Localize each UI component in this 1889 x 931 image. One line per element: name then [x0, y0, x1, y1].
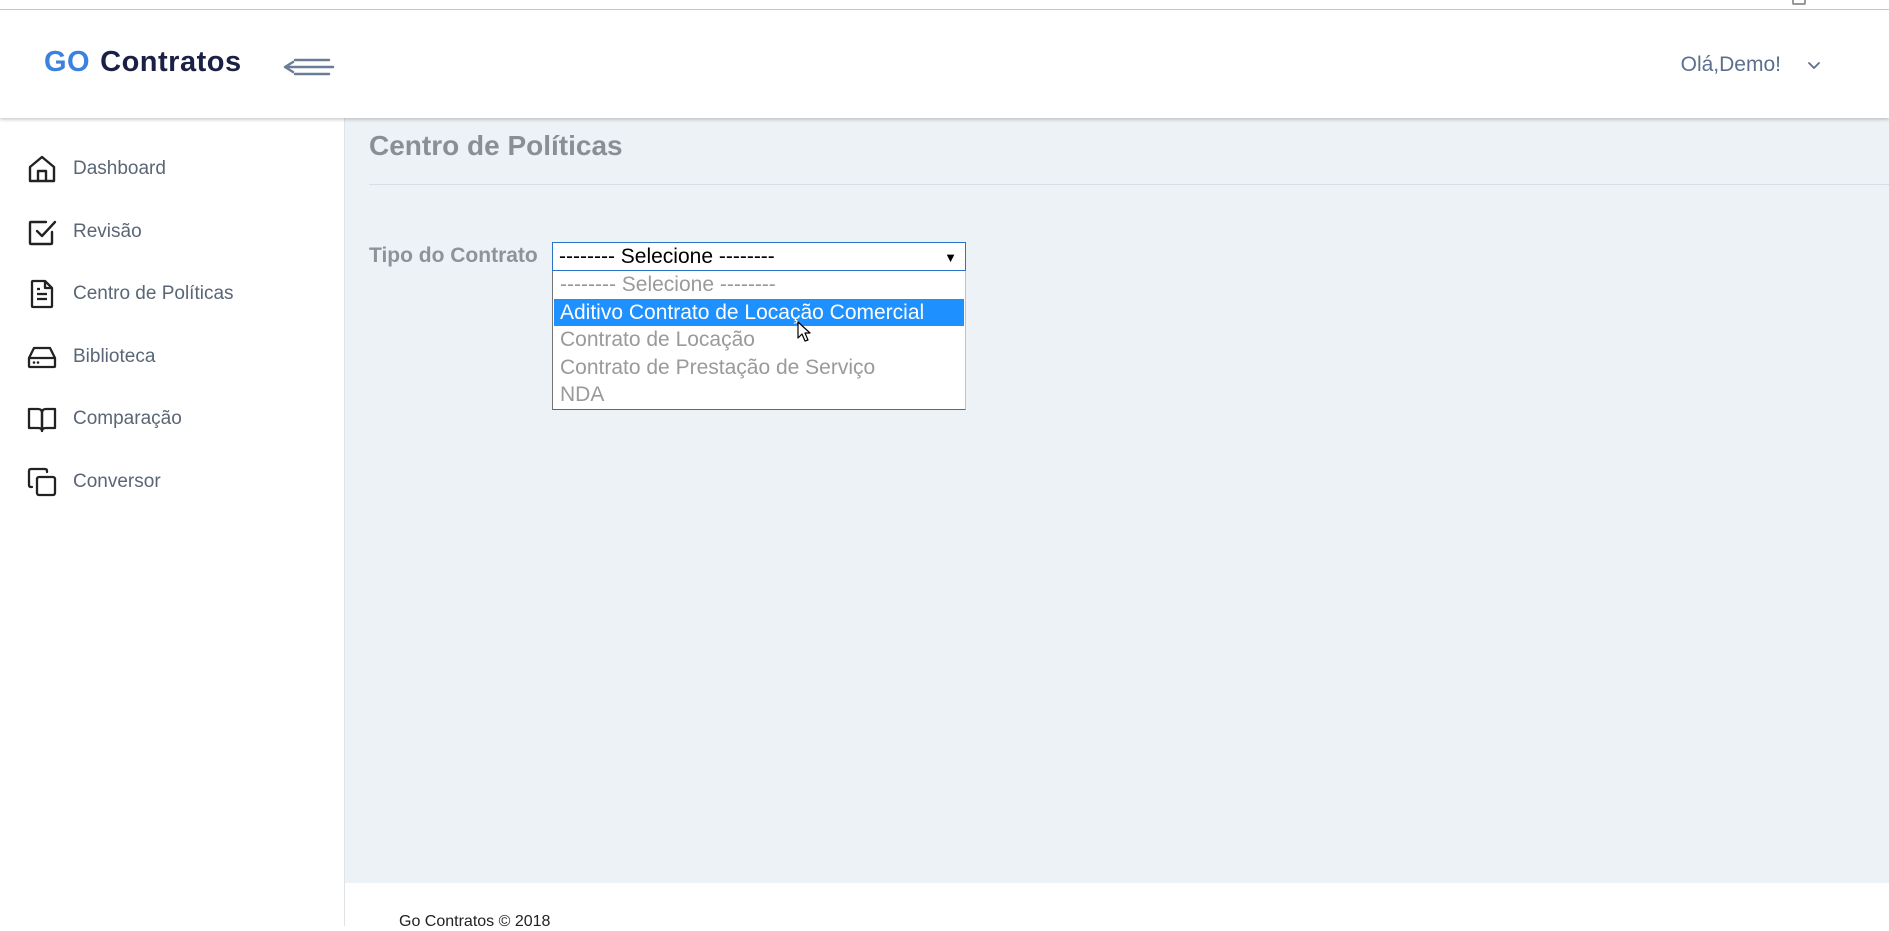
- contract-type-label: Tipo do Contrato: [369, 244, 538, 267]
- contract-type-select[interactable]: -------- Selecione -------- ▼: [552, 242, 966, 271]
- logo-brand: Contratos: [100, 46, 242, 78]
- dropdown-option[interactable]: -------- Selecione --------: [554, 271, 964, 298]
- sidebar-item-dashboard[interactable]: Dashboard: [0, 143, 344, 195]
- home-icon: [28, 155, 56, 183]
- book-open-icon: [27, 407, 57, 433]
- dropdown-arrow-icon: ▼: [944, 250, 957, 265]
- hard-drive-icon: [27, 346, 57, 369]
- dropdown-option[interactable]: NDA: [554, 381, 964, 408]
- user-greeting: Olá,Demo!: [1680, 53, 1781, 76]
- sidebar-item-biblioteca[interactable]: Biblioteca: [0, 331, 344, 383]
- sidebar-item-conversor[interactable]: Conversor: [0, 456, 344, 508]
- sidebar-item-label: Comparação: [73, 408, 182, 429]
- copy-icon: [27, 467, 57, 497]
- user-menu[interactable]: Olá,Demo!: [1681, 50, 1823, 80]
- sidebar-item-label: Conversor: [73, 471, 161, 492]
- footer-copyright: Go Contratos © 2018: [399, 913, 551, 930]
- chevron-down-icon: [1808, 62, 1820, 69]
- page-title: Centro de Políticas: [369, 130, 623, 161]
- app-logo[interactable]: GO Contratos: [44, 46, 242, 79]
- dropdown-option[interactable]: Contrato de Prestação de Serviço: [554, 354, 964, 381]
- sidebar-item-label: Dashboard: [73, 158, 166, 179]
- sidebar: Dashboard Revisão Centro de Políticas Bi…: [0, 118, 345, 926]
- sidebar-item-centro-de-politicas[interactable]: Centro de Políticas: [0, 268, 344, 320]
- logo-go: GO: [44, 46, 91, 78]
- title-divider: [369, 184, 1889, 185]
- sidebar-item-comparacao[interactable]: Comparação: [0, 393, 344, 445]
- main-content: Centro de Políticas Tipo do Contrato ---…: [345, 118, 1889, 883]
- browser-top-edge: [0, 0, 1889, 10]
- mouse-cursor-icon: [797, 321, 811, 342]
- contract-type-dropdown: -------- Selecione -------- Aditivo Cont…: [552, 271, 966, 410]
- dropdown-option[interactable]: Contrato de Locação: [554, 326, 964, 353]
- page-footer: Go Contratos © 2018: [345, 883, 1889, 930]
- dropdown-option-highlighted[interactable]: Aditivo Contrato de Locação Comercial: [554, 299, 964, 326]
- window-corner-icon: [1792, 0, 1806, 5]
- sidebar-item-label: Revisão: [73, 221, 142, 242]
- document-icon: [30, 279, 54, 309]
- app-header: GO Contratos Olá,Demo!: [0, 10, 1889, 118]
- sidebar-toggle-icon[interactable]: [283, 56, 335, 80]
- sidebar-item-label: Centro de Políticas: [73, 283, 234, 304]
- select-current-value: -------- Selecione --------: [559, 245, 775, 268]
- sidebar-item-revisao[interactable]: Revisão: [0, 206, 344, 258]
- check-square-icon: [28, 220, 57, 246]
- sidebar-item-label: Biblioteca: [73, 346, 156, 367]
